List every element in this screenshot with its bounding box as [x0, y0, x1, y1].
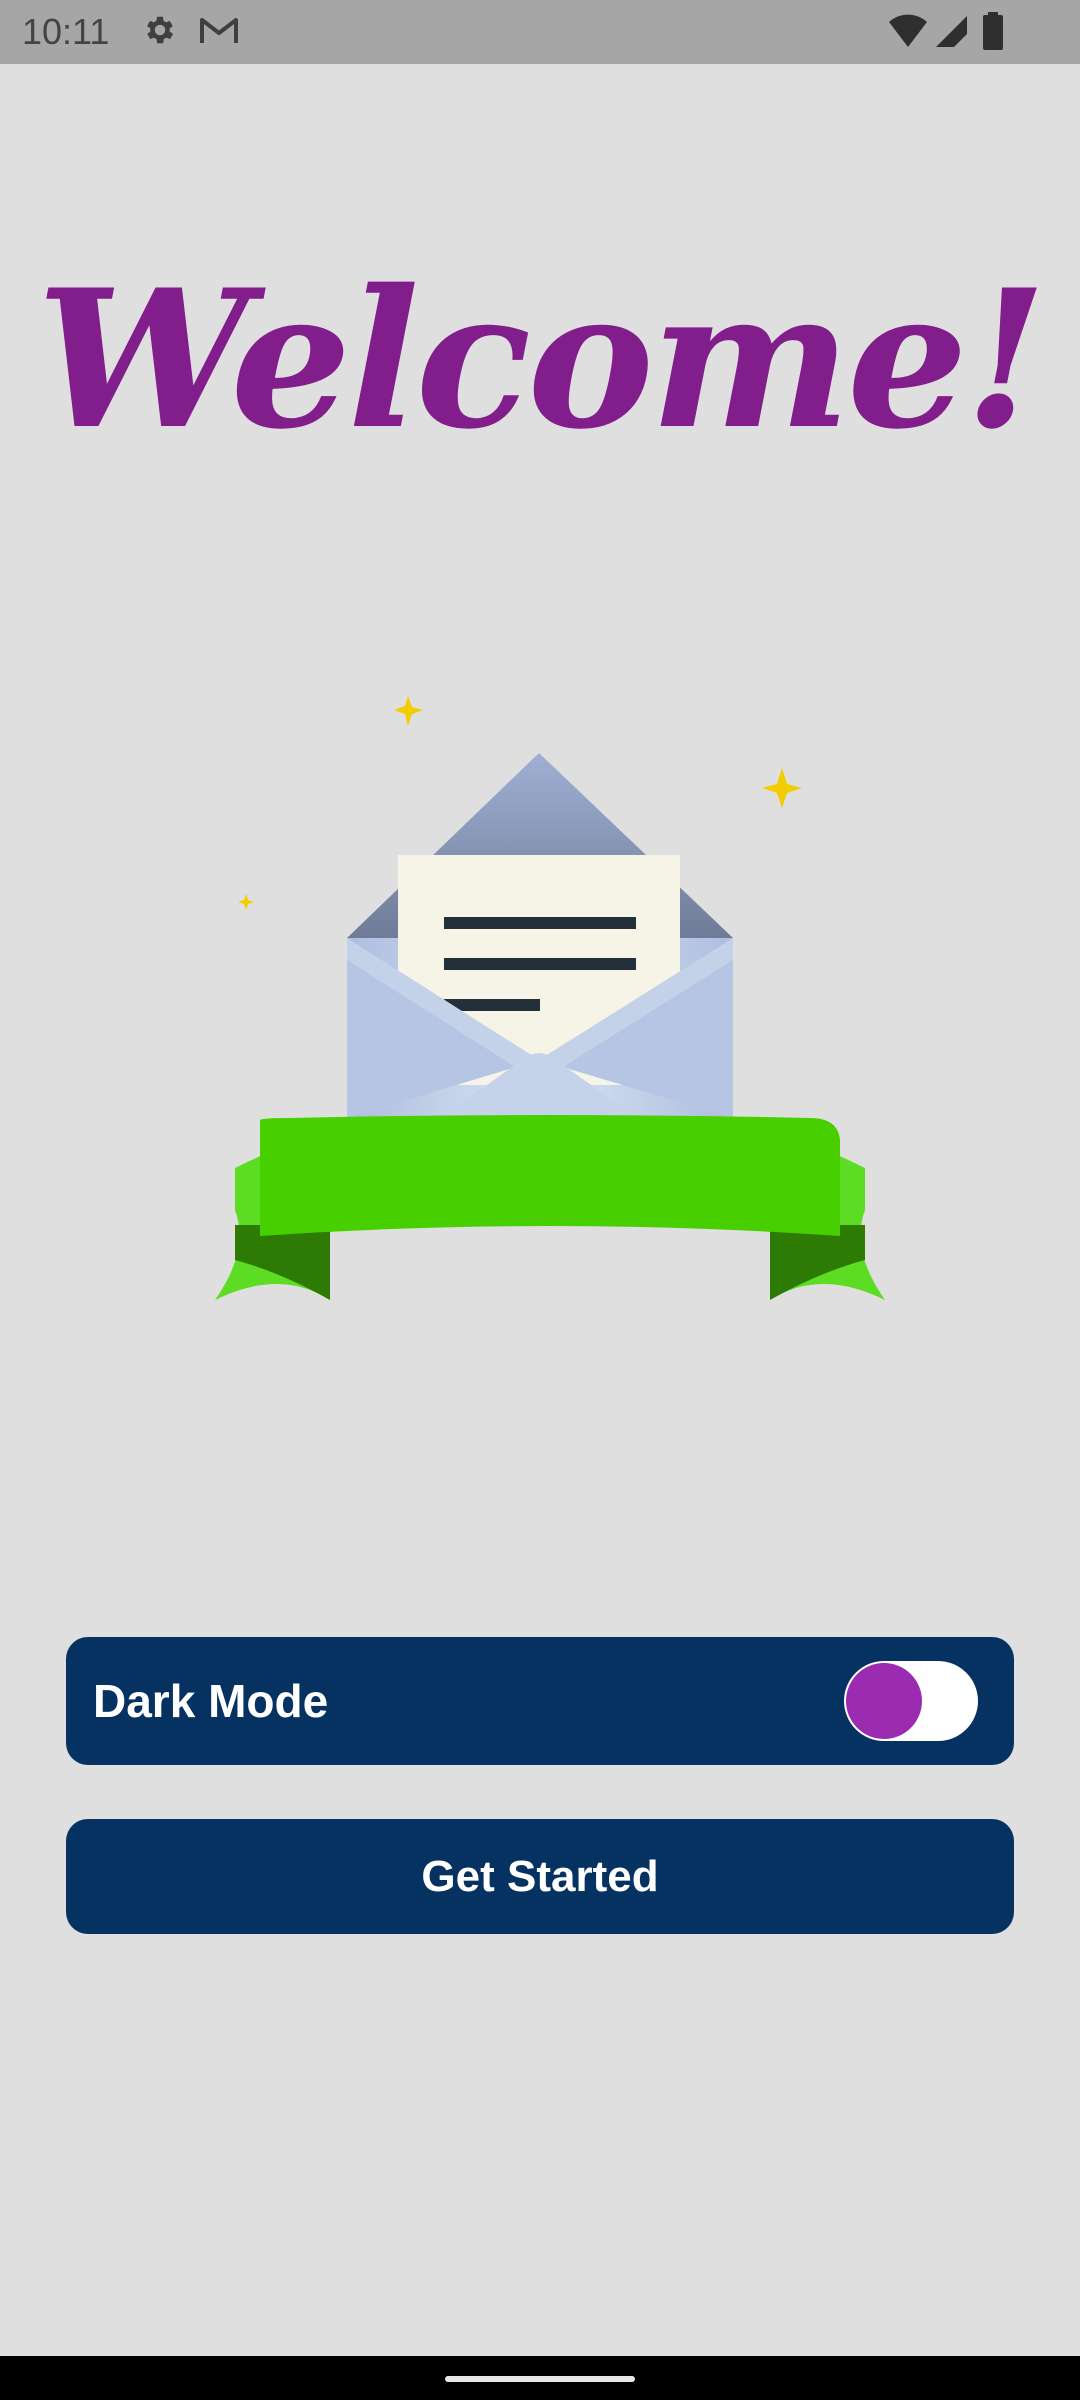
dark-mode-toggle[interactable]: [844, 1661, 978, 1741]
dark-mode-setting: Dark Mode: [66, 1637, 1014, 1765]
navigation-bar: [0, 2356, 1080, 2400]
settings-gear-icon: [142, 12, 178, 48]
battery-icon: [982, 12, 1004, 50]
dark-mode-label: Dark Mode: [93, 1675, 329, 1727]
sparkle-star-icon: [762, 768, 802, 808]
gmail-icon: [199, 14, 239, 46]
home-indicator[interactable]: [445, 2376, 635, 2382]
status-time: 10:11: [22, 11, 110, 52]
welcome-title: Welcome!: [36, 248, 1048, 471]
envelope-ribbon-illustration: [150, 660, 950, 1320]
sparkle-star-icon: [394, 696, 423, 726]
welcome-screen: 10:11 Welcome! Dark Mode Get Started: [0, 0, 1080, 2400]
status-bar: 10:11: [0, 0, 1080, 64]
sparkle-star-icon: [238, 894, 254, 910]
toggle-knob: [846, 1663, 922, 1739]
get-started-button[interactable]: Get Started: [66, 1819, 1014, 1934]
wifi-icon: [888, 14, 928, 48]
cell-signal-icon: [934, 14, 968, 48]
